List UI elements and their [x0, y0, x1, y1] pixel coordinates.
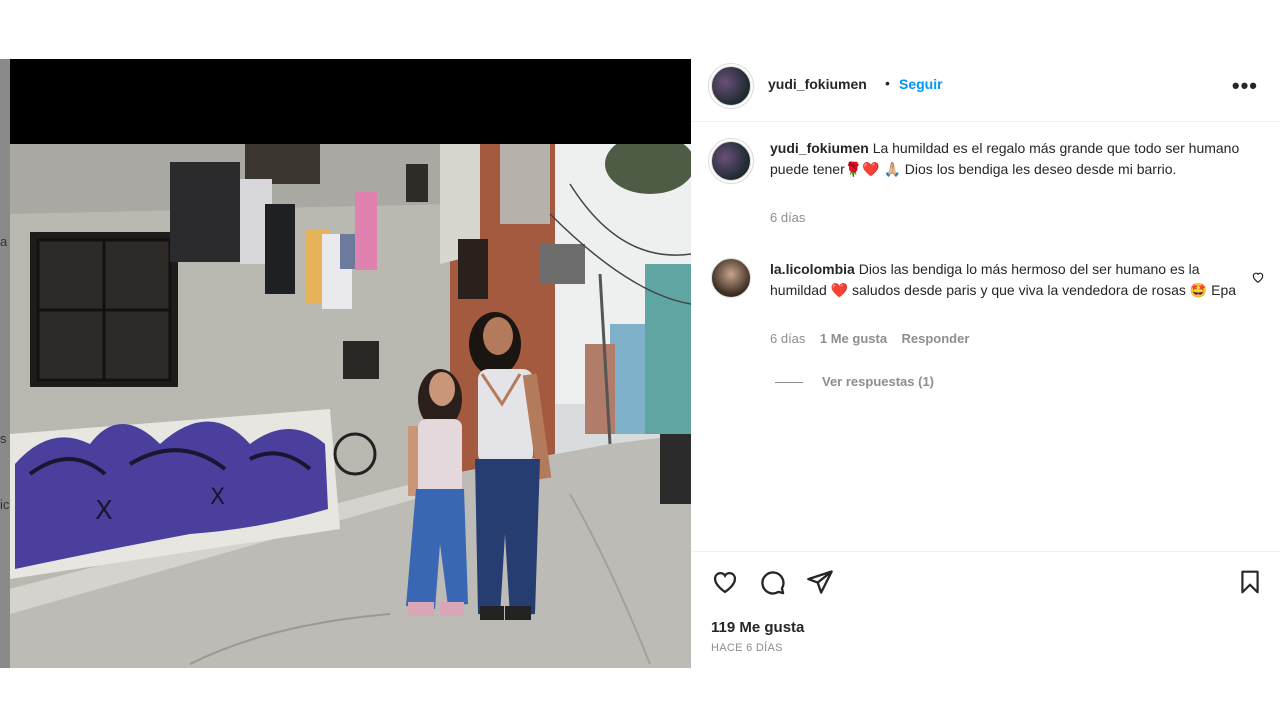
- author-avatar[interactable]: [711, 66, 751, 106]
- reply-button[interactable]: Responder: [902, 331, 970, 346]
- comments-section: yudi_fokiumen La humildad es el regalo m…: [691, 122, 1280, 550]
- strip-glyph: s: [0, 431, 7, 446]
- comment-likes[interactable]: 1 Me gusta: [820, 331, 887, 346]
- caption: yudi_fokiumen La humildad es el regalo m…: [770, 138, 1240, 180]
- caption-time[interactable]: 6 días: [770, 210, 805, 225]
- post-media[interactable]: X X: [10, 59, 691, 668]
- comment-time[interactable]: 6 días: [770, 331, 805, 346]
- likes-count[interactable]: 119 Me gusta: [711, 619, 804, 636]
- like-heart-icon[interactable]: [711, 568, 739, 596]
- comment-meta: 6 días 1 Me gusta Responder: [770, 330, 969, 348]
- strip-glyph: ic: [0, 497, 10, 512]
- replies-divider: [775, 382, 803, 383]
- separator-dot: •: [885, 75, 890, 91]
- more-options-icon[interactable]: •••: [1232, 73, 1258, 99]
- post-header: yudi_fokiumen • Seguir •••: [691, 59, 1280, 122]
- background-page-strip: a s ic: [0, 59, 10, 668]
- comment-like-heart-icon[interactable]: [1251, 270, 1265, 284]
- caption-avatar[interactable]: [711, 141, 751, 181]
- commenter-avatar[interactable]: [711, 258, 751, 298]
- view-replies-button[interactable]: Ver respuestas (1): [822, 374, 934, 389]
- author-username[interactable]: yudi_fokiumen: [768, 76, 867, 92]
- share-send-icon[interactable]: [806, 568, 834, 596]
- follow-button[interactable]: Seguir: [899, 76, 943, 92]
- post-timestamp[interactable]: HACE 6 DÍAS: [711, 642, 783, 654]
- save-bookmark-icon[interactable]: [1237, 568, 1263, 596]
- comment: la.licolombia Dios las bendiga lo más he…: [770, 259, 1240, 301]
- comment-bubble-icon[interactable]: [758, 568, 786, 596]
- post-photo: X X: [10, 144, 691, 668]
- svg-text:X: X: [210, 485, 225, 510]
- svg-text:X: X: [95, 496, 113, 526]
- post-sidebar: yudi_fokiumen • Seguir ••• yudi_fokiumen…: [691, 59, 1280, 668]
- caption-username[interactable]: yudi_fokiumen: [770, 140, 869, 156]
- strip-glyph: a: [0, 234, 8, 249]
- comment-username[interactable]: la.licolombia: [770, 261, 855, 277]
